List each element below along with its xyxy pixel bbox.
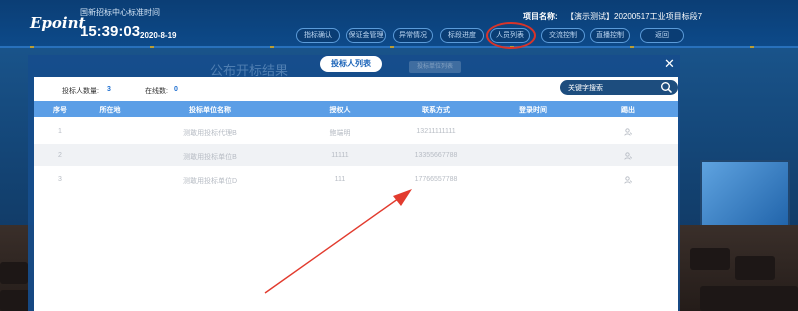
annotation-arrow xyxy=(264,189,412,294)
